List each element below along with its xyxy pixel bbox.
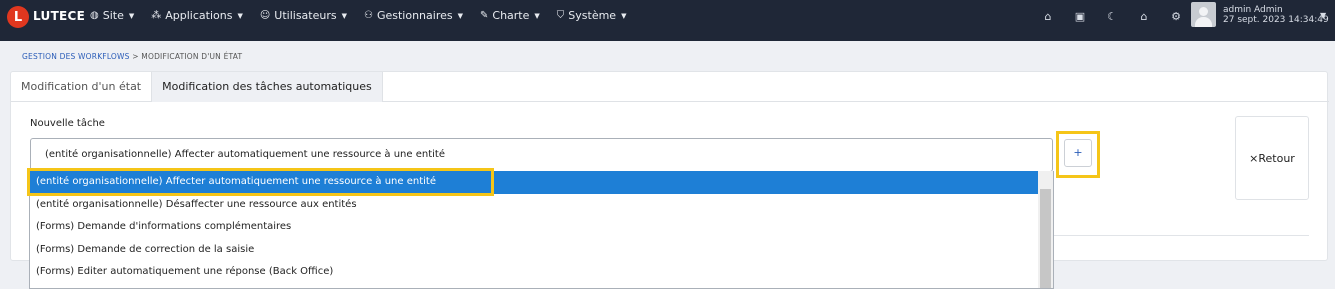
dropdown-option[interactable]: (entité organisationnelle) Affecter auto… <box>30 171 1053 194</box>
menu-label: Système <box>568 9 617 22</box>
menu-label: Charte <box>492 9 530 22</box>
tab-taches-automatiques[interactable]: Modification des tâches automatiques <box>151 72 383 102</box>
dropdown-option[interactable]: (Forms) Demande de correction de la sais… <box>30 239 1053 262</box>
user-info[interactable]: admin Admin 27 sept. 2023 14:34:49 <box>1223 5 1329 25</box>
menu-site[interactable]: ◍ Site ▼ <box>90 9 134 22</box>
breadcrumb-separator: > <box>132 52 139 61</box>
menu-label: Applications <box>165 9 233 22</box>
chevron-down-icon: ▼ <box>457 11 463 20</box>
users-icon: ☺ <box>259 10 271 21</box>
brand-name[interactable]: LUTECE <box>33 9 85 23</box>
chevron-down-icon[interactable]: ▼ <box>1320 11 1326 20</box>
nouvelle-tache-label: Nouvelle tâche <box>30 118 105 129</box>
close-icon: × <box>1249 151 1259 165</box>
menu-gestionnaires[interactable]: ⚇ Gestionnaires ▼ <box>364 9 463 22</box>
scrollbar-thumb[interactable] <box>1040 189 1051 288</box>
home-icon[interactable]: ⌂ <box>1032 10 1064 23</box>
menu-utilisateurs[interactable]: ☺ Utilisateurs ▼ <box>260 9 347 22</box>
tab-modification-etat[interactable]: Modification d'un état <box>11 72 151 102</box>
chevron-down-icon: ▼ <box>237 11 243 20</box>
main-menu: ◍ Site ▼ ⁂ Applications ▼ ☺ Utilisateurs… <box>90 9 643 22</box>
menu-applications[interactable]: ⁂ Applications ▼ <box>151 9 243 22</box>
grid-icon: ⁂ <box>151 10 162 21</box>
globe-icon: ◍ <box>90 10 99 21</box>
gear-icon[interactable]: ⚙ <box>1160 10 1192 23</box>
chevron-down-icon: ▼ <box>128 11 135 20</box>
moon-icon[interactable]: ☾ <box>1096 10 1128 23</box>
nouvelle-tache-select[interactable]: (entité organisationnelle) Affecter auto… <box>30 138 1053 172</box>
back-button[interactable]: × Retour <box>1235 116 1309 200</box>
menu-label: Gestionnaires <box>376 9 453 22</box>
dropdown-option[interactable]: (entité organisationnelle) Désaffecter u… <box>30 194 1053 217</box>
avatar[interactable] <box>1191 2 1216 27</box>
home-alt-icon[interactable]: ⌂ <box>1128 10 1160 23</box>
menu-label: Utilisateurs <box>274 9 337 22</box>
add-task-highlight: + <box>1056 131 1100 178</box>
add-task-button[interactable]: + <box>1064 139 1092 167</box>
back-label: Retour <box>1258 151 1295 165</box>
lutece-logo[interactable]: L <box>7 6 29 28</box>
breadcrumb-current: MODIFICATION D'UN ÉTAT <box>141 52 243 61</box>
tab-bar: Modification d'un état Modification des … <box>11 72 1329 102</box>
chevron-down-icon: ▼ <box>534 11 540 20</box>
user-name: admin Admin <box>1223 5 1283 15</box>
layout-icon[interactable]: ▣ <box>1064 10 1096 23</box>
menu-label: Site <box>102 9 124 22</box>
top-navbar: L LUTECE ◍ Site ▼ ⁂ Applications ▼ ☺ Uti… <box>0 0 1335 41</box>
chevron-down-icon: ▼ <box>621 11 627 20</box>
chevron-down-icon: ▼ <box>341 11 347 20</box>
navbar-right-icons: ⌂ ▣ ☾ ⌂ ⚙ <box>1032 10 1192 23</box>
shield-icon: ⛉ <box>556 10 565 21</box>
user-gear-icon: ⚇ <box>363 10 373 21</box>
dropdown-scrollbar[interactable] <box>1038 171 1053 288</box>
breadcrumb-link-workflows[interactable]: GESTION DES WORKFLOWS <box>22 52 130 61</box>
brush-icon: ✎ <box>480 10 489 21</box>
breadcrumb: GESTION DES WORKFLOWS > MODIFICATION D'U… <box>22 52 242 61</box>
dropdown-option[interactable]: (Forms) Editer automatiquement une répon… <box>30 261 1053 284</box>
menu-charte[interactable]: ✎ Charte ▼ <box>480 9 540 22</box>
user-datetime: 27 sept. 2023 14:34:49 <box>1223 15 1329 25</box>
menu-systeme[interactable]: ⛉ Système ▼ <box>557 9 627 22</box>
task-dropdown-list[interactable]: (entité organisationnelle) Affecter auto… <box>29 171 1054 289</box>
dropdown-option[interactable]: (Forms) Demande d'informations complémen… <box>30 216 1053 239</box>
